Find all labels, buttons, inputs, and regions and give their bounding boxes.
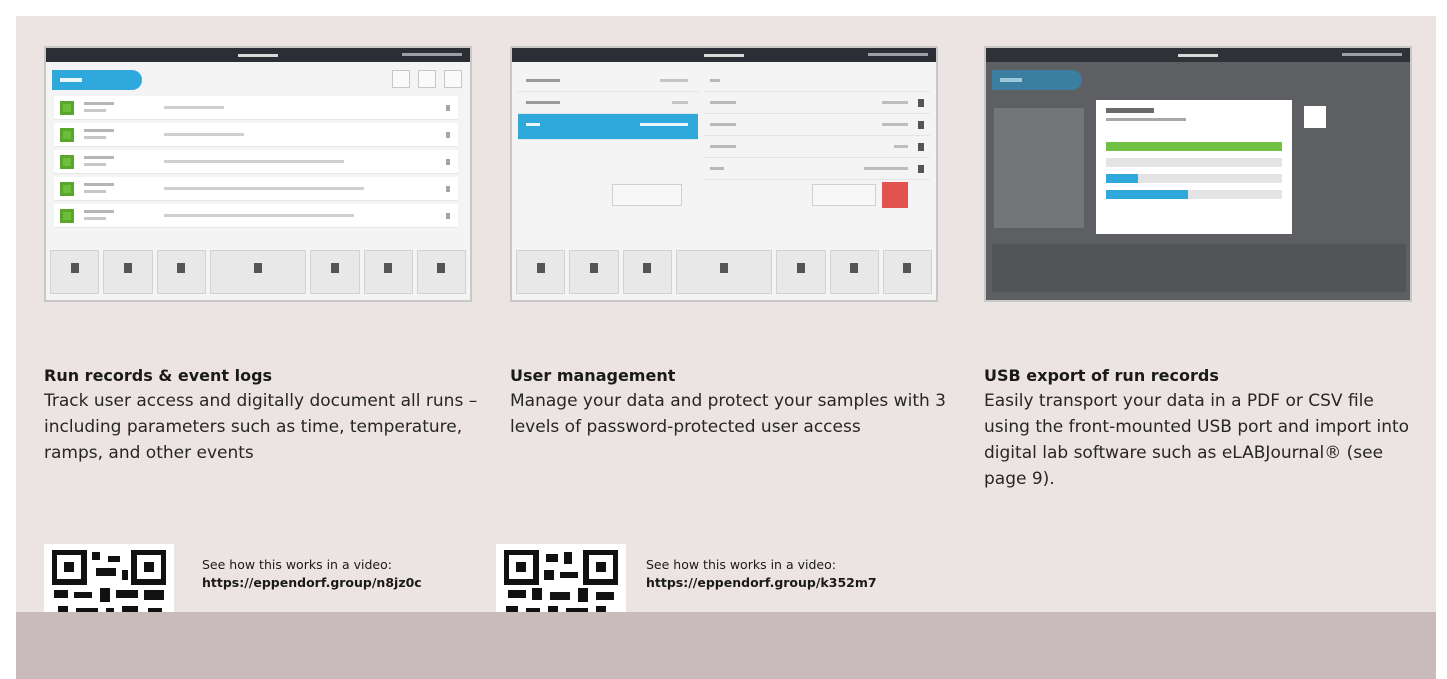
feature-title: USB export of run records	[984, 366, 1219, 385]
detail-row	[704, 136, 930, 158]
dimmed-list	[994, 108, 1084, 228]
list-item	[54, 150, 458, 174]
list-item	[518, 70, 698, 92]
feature-caption: USB export of run records Easily transpo…	[984, 364, 1424, 492]
feature-caption: User management Manage your data and pro…	[510, 364, 950, 440]
feature-panel: Run records & event logs Track user acce…	[16, 16, 1436, 678]
list-item	[518, 92, 698, 114]
video-link-block: See how this works in a video: https://e…	[202, 556, 502, 592]
feature-description: Manage your data and protect your sample…	[510, 391, 946, 437]
feature-title: Run records & event logs	[44, 366, 273, 385]
device-tab-bar	[50, 250, 466, 294]
video-prompt: See how this works in a video:	[646, 557, 836, 572]
feature-title: User management	[510, 366, 676, 385]
close-icon	[1304, 106, 1326, 128]
reset-pin-button	[812, 184, 876, 206]
detail-row	[704, 70, 930, 92]
progress-bar	[1106, 174, 1282, 183]
feature-caption: Run records & event logs Track user acce…	[44, 364, 484, 466]
add-user-button	[612, 184, 682, 206]
list-item	[54, 177, 458, 201]
event-list	[54, 96, 458, 231]
video-link-block: See how this works in a video: https://e…	[646, 556, 946, 592]
device-status-bar	[986, 48, 1410, 62]
list-item	[54, 204, 458, 228]
footer-band	[16, 612, 1436, 679]
progress-bar	[1106, 190, 1282, 199]
events-tab-label	[992, 70, 1082, 90]
trophy-icon	[418, 70, 436, 88]
video-link[interactable]: https://eppendorf.group/n8jz0c	[202, 574, 502, 592]
device-status-bar	[46, 48, 470, 62]
detail-row	[704, 92, 930, 114]
device-tab-bar	[516, 250, 932, 294]
shield-icon	[444, 70, 462, 88]
detail-row	[704, 158, 930, 180]
video-link[interactable]: https://eppendorf.group/k352m7	[646, 574, 946, 592]
user-details	[704, 70, 930, 180]
feature-description: Track user access and digitally document…	[44, 391, 478, 463]
filter-icon	[392, 70, 410, 88]
screenshot-usb-export	[984, 46, 1412, 302]
detail-row	[704, 114, 930, 136]
progress-bar	[1106, 142, 1282, 151]
list-item	[54, 123, 458, 147]
user-list	[518, 70, 698, 140]
video-prompt: See how this works in a video:	[202, 557, 392, 572]
dimmed-tab-bar	[992, 244, 1406, 292]
feature-description: Easily transport your data in a PDF or C…	[984, 391, 1410, 489]
progress-bar	[1106, 158, 1282, 167]
delete-icon	[882, 182, 908, 208]
device-status-bar	[512, 48, 936, 62]
list-item-selected	[518, 114, 698, 140]
events-tab-label	[52, 70, 142, 90]
screenshot-user-management	[510, 46, 938, 302]
list-item	[54, 96, 458, 120]
exporting-dialog	[1096, 100, 1292, 234]
screenshot-event-log	[44, 46, 472, 302]
